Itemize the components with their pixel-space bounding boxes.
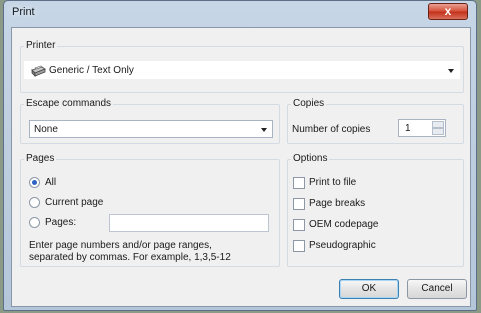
title-bar[interactable]: Print x xyxy=(4,1,476,27)
chevron-down-icon xyxy=(261,128,267,132)
escape-commands-select[interactable]: None xyxy=(29,120,273,138)
spin-up-button[interactable] xyxy=(432,121,444,128)
checkbox-print-to-file[interactable]: Print to file xyxy=(293,176,413,190)
checkbox[interactable] xyxy=(293,177,305,189)
spin-down-button[interactable] xyxy=(432,128,444,135)
checkbox-page-breaks[interactable]: Page breaks xyxy=(293,197,413,211)
page-breaks-label: Page breaks xyxy=(309,198,366,209)
print-to-file-label: Print to file xyxy=(309,177,357,188)
checkbox[interactable] xyxy=(293,198,305,210)
checkbox[interactable] xyxy=(293,240,305,252)
printer-icon xyxy=(31,65,46,77)
ok-button[interactable]: OK xyxy=(339,279,399,299)
options-group-label: Options xyxy=(291,153,330,164)
escape-commands-selected-value: None xyxy=(34,124,58,135)
pages-hint-line2: separated by commas. For example, 1,3,5-… xyxy=(29,252,231,263)
options-group: Options Print to file Page breaks OEM co… xyxy=(287,153,464,267)
copies-group: Copies Number of copies 1 xyxy=(287,98,464,144)
radio-button[interactable] xyxy=(29,177,40,188)
pseudographic-label: Pseudographic xyxy=(309,240,376,251)
pages-group-label: Pages xyxy=(24,153,57,164)
radio-current-page[interactable]: Current page xyxy=(29,196,129,210)
escape-commands-group: Escape commands None xyxy=(20,98,280,144)
copies-value: 1 xyxy=(405,123,411,134)
printer-group-label: Printer xyxy=(24,40,58,51)
pages-group: Pages All Current page Pages: Enter page… xyxy=(20,153,280,267)
pages-input[interactable] xyxy=(109,214,269,232)
copies-group-label: Copies xyxy=(291,98,327,109)
close-icon: x xyxy=(444,4,452,18)
radio-pages[interactable]: Pages: xyxy=(29,216,109,230)
checkbox-pseudographic[interactable]: Pseudographic xyxy=(293,239,413,253)
radio-current-page-label: Current page xyxy=(45,197,104,208)
radio-button[interactable] xyxy=(29,217,40,228)
radio-button[interactable] xyxy=(29,197,40,208)
pages-hint-line1: Enter page numbers and/or page ranges, xyxy=(29,240,212,251)
copies-spinner[interactable]: 1 xyxy=(398,119,446,137)
oem-codepage-label: OEM codepage xyxy=(309,219,379,230)
checkbox-oem-codepage[interactable]: OEM codepage xyxy=(293,218,413,232)
close-button[interactable]: x xyxy=(428,3,468,20)
printer-select[interactable]: Generic / Text Only xyxy=(24,61,460,79)
number-of-copies-label: Number of copies xyxy=(292,124,371,135)
printer-selected-value: Generic / Text Only xyxy=(49,65,134,76)
chevron-down-icon xyxy=(448,69,454,73)
spinner-buttons xyxy=(432,121,444,135)
escape-commands-label: Escape commands xyxy=(24,98,114,109)
dialog-body: Printer Generic / Text Only Escape comma… xyxy=(11,27,471,307)
radio-all-label: All xyxy=(45,177,57,188)
checkbox[interactable] xyxy=(293,219,305,231)
dialog-title: Print xyxy=(12,6,35,18)
printer-group: Printer Generic / Text Only xyxy=(20,40,464,93)
radio-pages-label: Pages: xyxy=(45,217,77,228)
radio-all[interactable]: All xyxy=(29,176,109,190)
cancel-button[interactable]: Cancel xyxy=(407,279,467,299)
print-dialog: Print x Printer Generic / Text Only Esca… xyxy=(3,0,477,311)
